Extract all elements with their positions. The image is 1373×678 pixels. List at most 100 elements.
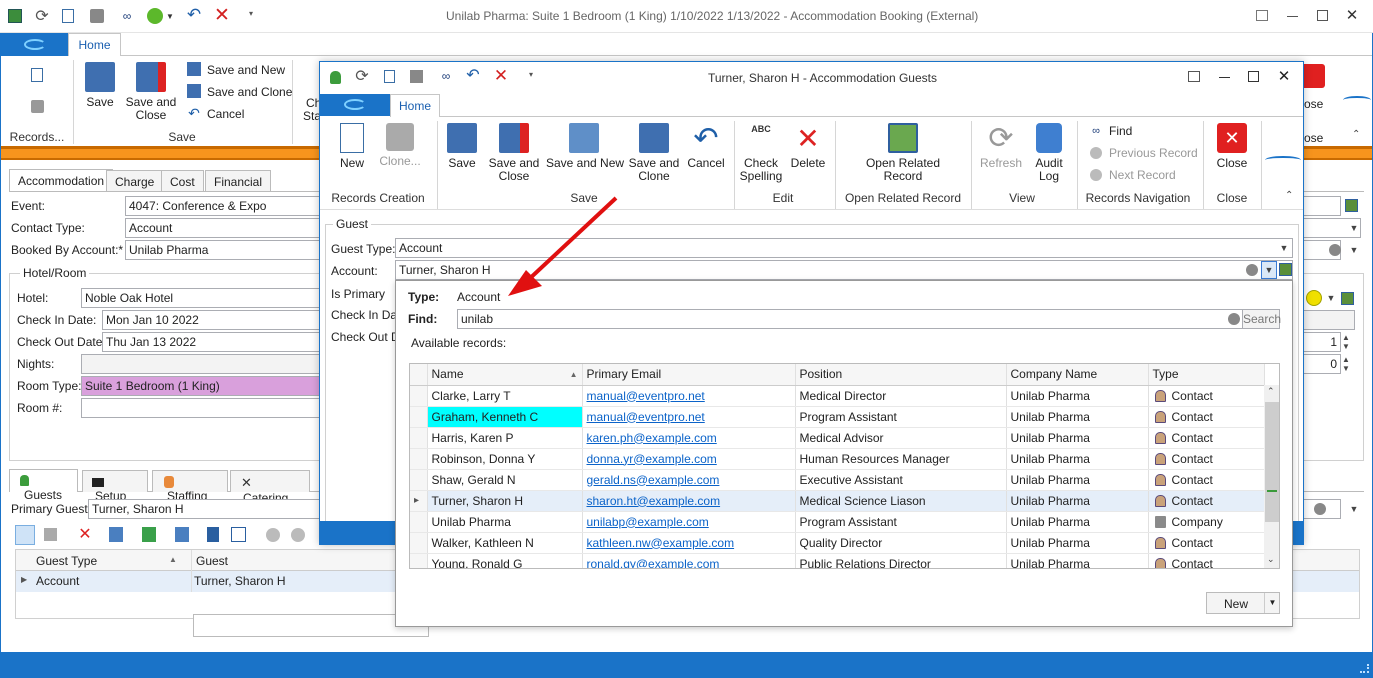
lookup-row[interactable]: Walker, Kathleen N kathleen.nw@example.co… [410,532,1265,554]
close-x-icon[interactable]: ✕ [213,5,231,26]
event-field-right[interactable] [1303,196,1341,216]
room-type-field[interactable]: Suite 1 Bedroom (1 King) [81,376,325,396]
move-down-icon[interactable] [291,528,305,542]
tab-home[interactable]: Home [68,33,121,56]
chevron-down-icon[interactable]: ▼ [1324,291,1338,305]
refresh-icon[interactable]: ⟳ [354,67,370,85]
chevron-down-icon[interactable]: ▼ [1347,243,1361,257]
clone-icon[interactable] [90,9,104,23]
right-field-1[interactable] [1303,310,1355,330]
collapse-ribbon-icon[interactable]: ⌃ [1285,190,1293,201]
hotel-field[interactable]: Noble Oak Hotel [81,288,325,308]
refresh-button[interactable]: ⟳ Refresh [977,123,1025,170]
spin-field-1[interactable]: 1 [1303,332,1341,352]
minimize-icon[interactable] [1219,77,1230,78]
tab-staffing[interactable]: Staffing [152,470,228,503]
booked-by-field[interactable]: Unilab Pharma [125,240,325,260]
email-link[interactable]: ronald.gy@example.com [587,557,720,569]
event-lookup-icon[interactable] [1345,199,1358,212]
tab-guests[interactable]: Guests [9,469,78,502]
email-header[interactable]: Primary Email [582,364,796,386]
qat-dropdown-icon[interactable]: ▾ [529,70,533,79]
grid-filter-cell[interactable] [193,614,429,637]
email-link[interactable]: sharon.ht@example.com [587,494,721,508]
tab-setup[interactable]: Setup [82,470,148,503]
edit-guest-icon[interactable] [109,527,123,542]
position-header[interactable]: Position [795,364,1007,386]
save-and-clone-button[interactable]: Save and Clone [627,123,681,183]
lookup-row[interactable]: Shaw, Gerald N gerald.ns@example.com Execu… [410,469,1265,491]
tab-charge[interactable]: Charge [106,170,164,192]
close-button[interactable]: ✕ Close [1213,123,1251,170]
delete-icon[interactable]: ✕ [77,525,93,543]
chevron-down-icon[interactable]: ▼ [166,12,174,21]
new-doc-icon[interactable] [384,70,395,83]
maximize-icon[interactable] [1317,10,1328,21]
lookup-row[interactable]: Clarke, Larry T manual@eventpro.net Medica… [410,385,1265,407]
tab-catering[interactable]: ✕ Catering [230,470,310,505]
clear-icon[interactable] [1314,503,1326,515]
chevron-down-icon[interactable]: ▼ [1277,241,1291,255]
email-link[interactable]: unilabp@example.com [587,515,709,529]
scroll-down-icon[interactable]: ⌄ [1267,554,1275,565]
email-link[interactable]: manual@eventpro.net [587,410,705,424]
chevron-down-icon[interactable]: ▼ [1347,502,1361,516]
spin-updown-icon[interactable]: ▲ ▼ [1342,355,1350,373]
clone-button[interactable]: Clone... [377,123,423,168]
close-x-icon[interactable]: ✕ [493,66,509,85]
clone-guest-icon[interactable] [44,528,57,541]
clear-icon[interactable] [1246,264,1258,276]
search-button[interactable]: Search [1242,309,1281,329]
find-icon[interactable]: ∞ [438,68,454,84]
window-close-icon[interactable]: ✕ [1344,6,1360,24]
new-doc-icon[interactable] [62,9,74,23]
tab-cost[interactable]: Cost [161,170,204,192]
dialog-tab-home[interactable]: Home [390,94,440,117]
export-icon[interactable] [175,527,189,542]
email-link[interactable]: kathleen.nw@example.com [587,536,735,550]
account-lookup-icon[interactable] [1279,263,1292,276]
info-icon[interactable] [147,8,163,24]
list-icon[interactable] [231,527,246,542]
cancel-button[interactable]: ↶ Cancel [685,123,727,170]
restore-icon[interactable] [1256,10,1268,21]
move-up-icon[interactable] [266,528,280,542]
save-and-close-button[interactable]: Save and Close [124,62,178,122]
email-link[interactable]: donna.yr@example.com [587,452,717,466]
tab-financial[interactable]: Financial [205,170,272,192]
scroll-thumb[interactable] [1265,402,1279,522]
lookup-row[interactable]: Graham, Kenneth C manual@eventpro.net Prog… [410,406,1265,428]
chevron-down-icon[interactable]: ▼ [1347,221,1361,235]
clear-icon[interactable] [1228,313,1240,325]
lookup-row[interactable]: Robinson, Donna Y donna.yr@example.com Hum… [410,448,1265,470]
save-and-close-button[interactable]: Save and Close [487,123,541,183]
save-button[interactable]: Save [444,123,480,170]
dialog-close-icon[interactable]: ✕ [1276,67,1292,85]
email-link[interactable]: manual@eventpro.net [587,389,705,403]
delete-button[interactable]: ✕ Delete [788,123,828,170]
guest-header[interactable]: Guest [196,554,228,568]
clear-icon[interactable] [1329,244,1341,256]
door-icon[interactable] [207,527,219,542]
minimize-icon[interactable] [1287,16,1298,17]
contact-type-field[interactable]: Account [125,218,325,238]
room-number-field[interactable] [81,398,325,418]
qat-dropdown-icon[interactable]: ▾ [249,9,253,18]
maximize-icon[interactable] [1248,71,1259,82]
check-out-field[interactable]: Thu Jan 13 2022 [102,332,325,352]
save-button[interactable]: Save [80,62,120,109]
undo-icon[interactable]: ↶ [185,5,203,24]
primary-guest-field[interactable]: Turner, Sharon H [88,499,328,519]
find-icon[interactable]: ∞ [118,8,136,24]
hotel-lookup-icon[interactable] [1341,292,1354,305]
lookup-row[interactable]: Harris, Karen P karen.ph@example.com Medic… [410,427,1265,449]
tab-accommodation[interactable]: Accommodation [9,169,114,191]
scroll-up-icon[interactable]: ⌃ [1267,386,1275,397]
lookup-row[interactable]: ▸ Turner, Sharon H sharon.ht@example.com Me… [410,490,1265,512]
email-link[interactable]: gerald.ns@example.com [587,473,720,487]
new-record-button[interactable]: New ▼ [1206,592,1280,614]
nights-field[interactable] [81,354,325,374]
type-header[interactable]: Type [1148,364,1265,386]
hotel-warning-icon[interactable] [1306,290,1322,306]
restore-icon[interactable] [1188,71,1200,82]
